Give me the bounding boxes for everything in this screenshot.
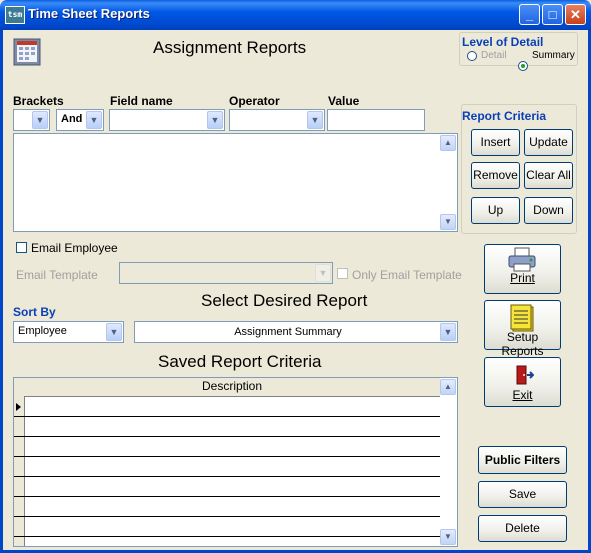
only-email-template-label: Only Email Template	[352, 268, 462, 282]
up-button[interactable]: Up	[471, 197, 520, 224]
setup-reports-button[interactable]: Setup Reports	[484, 300, 561, 358]
criteria-list[interactable]: ▲ ▼	[13, 133, 458, 232]
email-template-dropdown[interactable]: ▼	[119, 262, 333, 284]
exit-button[interactable]: Exit	[484, 357, 561, 407]
email-template-label: Email Template	[16, 268, 98, 282]
notepad-icon	[510, 304, 533, 332]
summary-radio[interactable]	[518, 61, 528, 71]
chevron-down-icon: ▼	[86, 111, 102, 129]
select-report-title: Select Desired Report	[201, 291, 368, 310]
up-button-label: Up	[487, 203, 504, 217]
page-title: Assignment Reports	[153, 38, 307, 57]
clear-all-button[interactable]: Clear All	[524, 162, 573, 189]
brackets-label: Brackets	[13, 94, 64, 108]
maximize-icon: □	[548, 7, 557, 22]
conjunction-dropdown[interactable]: And ▼	[56, 109, 104, 131]
detail-radio-label: Detail	[481, 50, 507, 61]
sort-by-label: Sort By	[13, 305, 56, 319]
minimize-button[interactable]: _	[519, 4, 540, 25]
only-email-template-checkbox[interactable]	[337, 268, 348, 279]
table-row[interactable]	[14, 517, 440, 537]
setup-reports-button-label: Setup Reports	[501, 330, 544, 358]
detail-radio[interactable]	[467, 51, 477, 61]
summary-radio-label: Summary	[532, 50, 575, 61]
chevron-down-icon: ▼	[32, 111, 48, 129]
chevron-down-icon: ▼	[440, 323, 456, 341]
exit-door-icon	[516, 365, 534, 385]
print-button-label: Print	[510, 271, 535, 285]
conjunction-value: And	[61, 113, 83, 125]
saved-criteria-grid[interactable]: Description ▲ ▼	[13, 377, 458, 547]
report-icon	[13, 38, 41, 66]
operator-label: Operator	[229, 94, 280, 108]
clear-all-button-label: Clear All	[526, 168, 571, 182]
close-button[interactable]: ✕	[565, 4, 586, 25]
down-button-label: Down	[533, 203, 564, 217]
update-button[interactable]: Update	[524, 129, 573, 156]
report-dropdown[interactable]: Assignment Summary ▼	[134, 321, 458, 343]
down-button[interactable]: Down	[524, 197, 573, 224]
printer-icon	[508, 247, 535, 272]
description-column-header[interactable]: Description	[24, 378, 440, 397]
maximize-button[interactable]: □	[542, 4, 563, 25]
window-title: Time Sheet Reports	[28, 6, 150, 21]
scroll-up-icon[interactable]: ▲	[440, 135, 456, 151]
sort-by-dropdown[interactable]: Employee ▼	[13, 321, 124, 343]
public-filters-button-label: Public Filters	[484, 453, 561, 467]
app-icon: tsm	[5, 6, 25, 24]
chevron-down-icon: ▼	[315, 264, 331, 282]
level-of-detail-label: Level of Detail	[462, 35, 544, 49]
report-criteria-label: Report Criteria	[462, 109, 547, 123]
print-button[interactable]: Print	[484, 244, 561, 294]
minimize-icon: _	[525, 7, 534, 22]
email-employee-checkbox[interactable]	[16, 242, 27, 253]
field-name-dropdown[interactable]: ▼	[109, 109, 225, 131]
chevron-down-icon: ▼	[307, 111, 323, 129]
value-label: Value	[328, 94, 360, 108]
save-button-label: Save	[508, 487, 537, 501]
table-row[interactable]	[14, 417, 440, 437]
scroll-down-icon[interactable]: ▼	[440, 214, 456, 230]
table-row[interactable]	[14, 497, 440, 517]
email-employee-label: Email Employee	[31, 241, 118, 255]
table-row[interactable]	[14, 457, 440, 477]
delete-button-label: Delete	[505, 521, 540, 535]
table-row[interactable]	[14, 437, 440, 457]
insert-button[interactable]: Insert	[471, 129, 520, 156]
sort-by-value: Employee	[18, 325, 67, 337]
chevron-down-icon: ▼	[106, 323, 122, 341]
public-filters-button[interactable]: Public Filters	[478, 446, 567, 474]
chevron-down-icon: ▼	[207, 111, 223, 129]
scroll-down-icon[interactable]: ▼	[440, 529, 456, 545]
saved-criteria-title: Saved Report Criteria	[158, 352, 322, 371]
exit-button-label: Exit	[512, 388, 533, 402]
operator-dropdown[interactable]: ▼	[229, 109, 325, 131]
table-row[interactable]	[14, 477, 440, 497]
field-name-label: Field name	[110, 94, 173, 108]
delete-button[interactable]: Delete	[478, 515, 567, 542]
value-input[interactable]	[327, 109, 425, 131]
update-button-label: Update	[529, 135, 568, 149]
close-icon: ✕	[570, 7, 581, 22]
report-value: Assignment Summary	[234, 326, 342, 338]
insert-button-label: Insert	[480, 135, 511, 149]
brackets-dropdown[interactable]: ▼	[13, 109, 50, 131]
save-button[interactable]: Save	[478, 481, 567, 508]
remove-button-label: Remove	[473, 168, 518, 182]
table-row[interactable]	[14, 397, 440, 417]
remove-button[interactable]: Remove	[471, 162, 520, 189]
scroll-up-icon[interactable]: ▲	[440, 379, 456, 395]
description-header-label: Description	[201, 379, 263, 393]
